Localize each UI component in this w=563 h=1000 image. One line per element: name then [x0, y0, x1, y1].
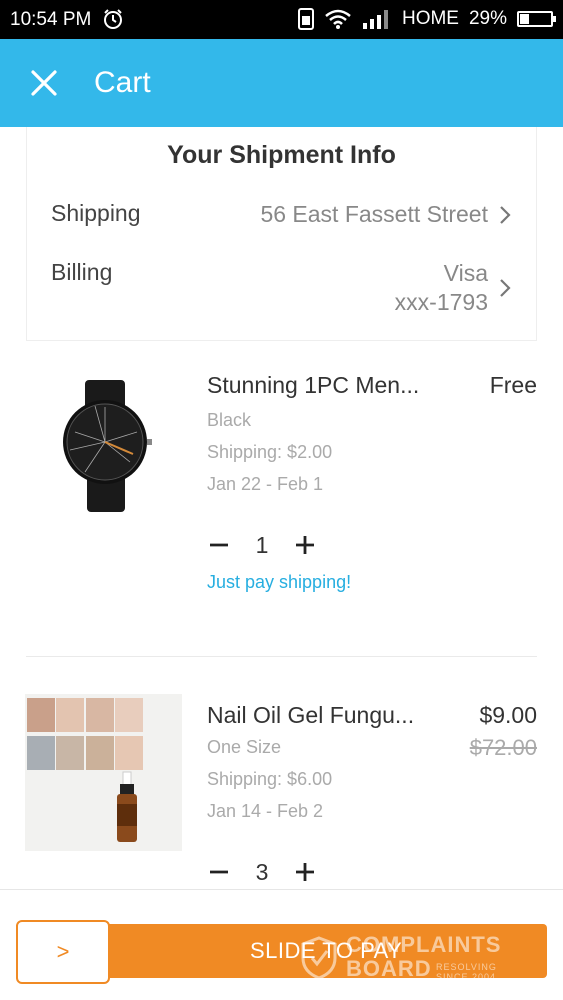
- nail-oil-image: [27, 698, 143, 842]
- status-time: 10:54 PM: [10, 9, 92, 30]
- product-image-nail-oil[interactable]: [25, 694, 182, 851]
- billing-value: Visa xxx-1793: [395, 259, 488, 317]
- alarm-icon: [104, 9, 122, 29]
- watch-image: [63, 380, 152, 512]
- close-icon[interactable]: [28, 67, 60, 99]
- product-shipping: Shipping: $2.00: [207, 442, 333, 462]
- chevron-right-icon: [500, 279, 511, 297]
- quantity-value: 3: [255, 858, 269, 885]
- shipping-address-row[interactable]: Shipping 56 East Fassett Street: [51, 200, 512, 240]
- page-title: Cart: [94, 66, 151, 99]
- app-bar: Cart: [0, 39, 563, 127]
- plus-icon[interactable]: [293, 860, 317, 884]
- signal-icon: [362, 10, 388, 29]
- billing-method: Visa: [443, 260, 488, 286]
- shield-icon: [301, 936, 337, 980]
- watermark-logo: COMPLAINTS BOARD RESOLVING SINCE 2004: [300, 932, 530, 982]
- product-variant: Black: [207, 410, 252, 430]
- billing-label: Billing: [51, 259, 113, 285]
- billing-row[interactable]: Billing Visa xxx-1793: [51, 259, 512, 315]
- battery-percent: 29%: [468, 8, 507, 29]
- watermark-tag: SINCE 2004: [436, 972, 497, 982]
- product-image-watch[interactable]: [25, 362, 182, 519]
- quantity-value: 1: [255, 531, 269, 558]
- quantity-stepper: 3: [207, 857, 317, 887]
- promo-text: Just pay shipping!: [207, 572, 352, 592]
- product-variant: One Size: [207, 737, 282, 757]
- product-price: Free: [489, 372, 537, 398]
- battery-icon: [517, 11, 556, 27]
- product-price: $9.00: [479, 702, 537, 728]
- minus-icon[interactable]: [207, 533, 231, 557]
- sim-icon: [297, 8, 314, 30]
- status-bar: 10:54 PM HOME 29%: [0, 0, 563, 39]
- shipment-title: Your Shipment Info: [167, 141, 396, 169]
- product-shipping: Shipping: $6.00: [207, 769, 333, 789]
- shipping-address-value: 56 East Fassett Street: [260, 201, 488, 227]
- plus-icon[interactable]: [293, 533, 317, 557]
- original-price: $72.00: [469, 735, 537, 760]
- product-name[interactable]: Stunning 1PC Men...: [207, 372, 419, 399]
- shipment-info-card: Your Shipment Info Shipping 56 East Fass…: [26, 127, 537, 341]
- watermark-text: COMPLAINTS: [346, 932, 502, 957]
- divider: [26, 656, 537, 657]
- product-name[interactable]: Nail Oil Gel Fungu...: [207, 702, 414, 729]
- delivery-estimate: Jan 22 - Feb 1: [207, 474, 324, 494]
- watermark-text: BOARD: [346, 956, 432, 981]
- watermark-tagline: RESOLVING SINCE 2004: [436, 962, 497, 982]
- slide-to-pay-handle[interactable]: >: [16, 920, 110, 984]
- wifi-icon: [325, 9, 351, 29]
- chevron-right-icon: [500, 206, 511, 224]
- watermark-tag: RESOLVING: [436, 962, 497, 972]
- billing-card-number: xxx-1793: [394, 289, 488, 315]
- shipping-label: Shipping: [51, 200, 141, 226]
- quantity-stepper: 1: [207, 530, 317, 560]
- battery-fill: [520, 14, 529, 24]
- delivery-estimate: Jan 14 - Feb 2: [207, 801, 324, 821]
- minus-icon[interactable]: [207, 860, 231, 884]
- carrier-label: HOME: [401, 8, 459, 29]
